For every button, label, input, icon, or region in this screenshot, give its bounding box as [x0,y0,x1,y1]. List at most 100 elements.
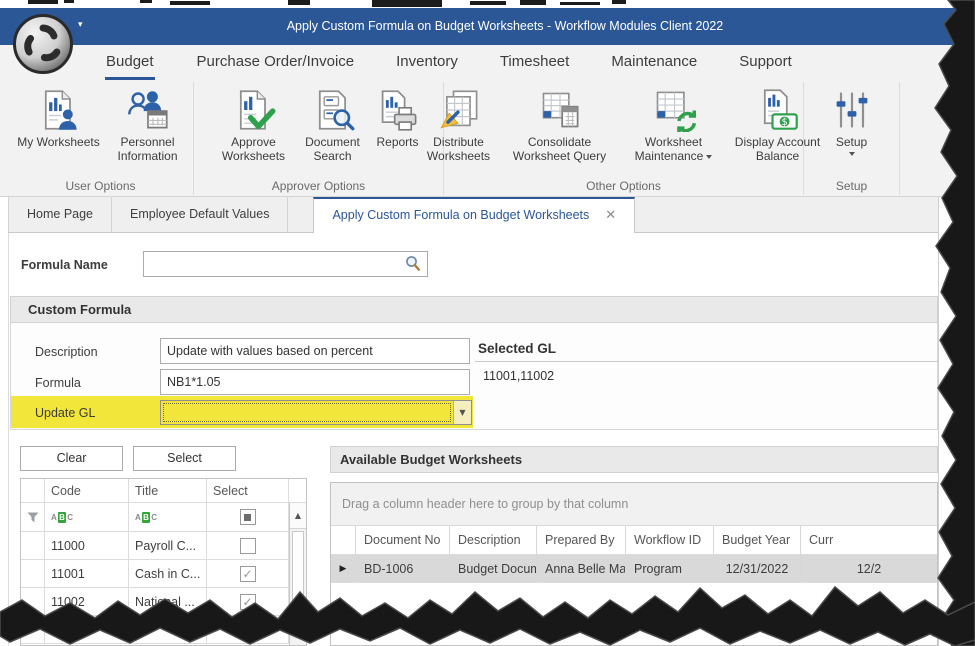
ribbon-group-setup: Setup Setup [804,82,900,195]
ribbon-tab-maintenance[interactable]: Maintenance [590,45,718,82]
update-gl-dropdown-value[interactable] [163,403,451,422]
custom-formula-section-header: Custom Formula [10,296,938,323]
indeterminate-checkbox[interactable] [240,509,256,525]
dropdown-arrow-icon[interactable]: ▼ [453,401,471,424]
checkbox-checked[interactable]: ✓ [240,566,256,582]
personnel-icon [125,87,171,133]
consolidate-calculator-icon [537,87,583,133]
formula-name-label: Formula Name [21,258,108,272]
gl-account-grid: Code Title Select ABC ABC 11000 Payroll … [20,478,307,646]
select-button[interactable]: Select [133,446,236,471]
my-worksheets-button[interactable]: My Worksheets [12,85,106,151]
content-left-border [8,233,9,646]
checkbox-unchecked[interactable] [240,622,256,638]
ribbon-tab-budget[interactable]: Budget [84,45,176,82]
report-printer-icon [375,87,421,133]
worksheet-refresh-icon [651,87,697,133]
sliders-icon [829,87,875,133]
vertical-scrollbar[interactable]: ▲ [289,503,306,645]
ribbon-group-user-options: My Worksheets Personnel Information [8,82,194,195]
group-label-setup: Setup [804,179,899,193]
ribbon-group-other-options: Distribute Worksheets Consolidate Worksh… [444,82,804,195]
worksheets-header-row: Document No Description Prepared By Work… [331,526,937,555]
worksheet-row-bd-1006[interactable]: ▶ BD-1006 Budget Docum... Anna Belle Ma.… [331,555,937,583]
close-tab-icon[interactable]: ✕ [605,207,616,222]
abc-type-icon: ABC [51,512,74,523]
gl-grid-header-row: Code Title Select [21,479,306,503]
gl-row-11001[interactable]: 11001 Cash in C... ✓ [21,560,306,588]
content-right-border [938,197,939,646]
account-balance-icon: $ [755,87,801,133]
quick-access-dropdown-icon[interactable]: ▾ [78,20,83,30]
worksheet-maintenance-button[interactable]: Worksheet Maintenance [621,85,727,165]
approve-check-icon [231,87,277,133]
chevron-down-icon [849,152,855,156]
update-gl-dropdown[interactable]: ▼ [160,400,472,425]
selected-gl-divider [475,361,938,362]
gl-row-11000[interactable]: 11000 Payroll C... [21,532,306,560]
scrollbar-thumb[interactable] [292,531,304,603]
formula-input[interactable] [160,369,470,395]
column-header-code[interactable]: Code [45,479,129,502]
select-filter-cell[interactable] [207,503,289,531]
document-tab-bar: Home Page Employee Default Values Apply … [8,197,938,233]
svg-text:$: $ [781,117,787,128]
update-gl-label: Update GL [35,406,95,420]
window-title: Apply Custom Formula on Budget Worksheet… [0,8,940,45]
ribbon-tab-bar: Budget Purchase Order/Invoice Inventory … [84,45,813,82]
consolidate-worksheet-query-button[interactable]: Consolidate Worksheet Query [499,85,621,165]
description-label: Description [35,345,98,359]
distribute-sheets-icon [436,87,482,133]
formula-label: Formula [35,376,81,390]
column-header-description[interactable]: Description [450,526,537,554]
column-header-budget-year[interactable]: Budget Year [714,526,801,554]
reports-button[interactable]: Reports [371,85,425,151]
available-worksheets-section-header: Available Budget Worksheets [330,446,938,473]
column-header-workflow-id[interactable]: Workflow ID [626,526,714,554]
ribbon-tab-inventory[interactable]: Inventory [375,45,479,82]
column-header-document-no[interactable]: Document No [356,526,450,554]
approve-worksheets-button[interactable]: Approve Worksheets [213,85,295,165]
setup-button[interactable]: Setup [828,85,876,158]
description-input[interactable] [160,338,470,364]
worksheet-user-icon [36,87,82,133]
row-indicator-icon: ▶ [331,555,356,582]
chevron-down-icon [706,155,712,159]
scroll-up-icon[interactable]: ▲ [290,503,306,529]
ribbon-tab-timesheet[interactable]: Timesheet [479,45,590,82]
selected-gl-label: Selected GL [478,341,556,356]
worksheets-panel: Drag a column header here to group by th… [330,482,938,646]
gl-row-partial[interactable]: M [21,616,306,644]
document-search-button[interactable]: Document Search [295,85,371,165]
document-search-icon [310,87,356,133]
column-header-title[interactable]: Title [129,479,207,502]
tab-home-page[interactable]: Home Page [8,197,112,232]
column-header-select[interactable]: Select [207,479,289,502]
clear-button[interactable]: Clear [20,446,123,471]
gl-row-11002[interactable]: 11002 National ... ✓ [21,588,306,616]
ribbon-tab-purchase-order-invoice[interactable]: Purchase Order/Invoice [176,45,376,82]
ribbon-tab-support[interactable]: Support [718,45,813,82]
tab-apply-custom-formula[interactable]: Apply Custom Formula on Budget Worksheet… [313,197,635,233]
tab-employee-default-values[interactable]: Employee Default Values [112,197,288,232]
group-by-hint[interactable]: Drag a column header here to group by th… [331,483,937,526]
group-label-other-options: Other Options [444,179,803,193]
formula-name-input[interactable] [143,251,428,277]
gl-grid-filter-row: ABC ABC [21,503,306,532]
ribbon-group-approver-options: Approve Worksheets Document Search [194,82,444,195]
distribute-worksheets-button[interactable]: Distribute Worksheets [419,85,499,165]
title-filter-cell[interactable]: ABC [129,503,207,531]
checkbox-checked[interactable]: ✓ [240,594,256,610]
code-filter-cell[interactable]: ABC [45,503,129,531]
group-label-approver-options: Approver Options [194,179,443,193]
checkbox-unchecked[interactable] [240,538,256,554]
selected-gl-value: 11001,11002 [483,369,554,383]
filter-icon[interactable] [21,503,45,531]
app-logo-icon [12,13,74,75]
column-header-prepared-by[interactable]: Prepared By [537,526,626,554]
app-window: Apply Custom Formula on Budget Worksheet… [0,0,975,646]
abc-type-icon: ABC [135,512,158,523]
search-icon[interactable] [404,255,421,275]
column-header-current[interactable]: Curr [801,526,937,554]
personnel-information-button[interactable]: Personnel Information [106,85,190,165]
